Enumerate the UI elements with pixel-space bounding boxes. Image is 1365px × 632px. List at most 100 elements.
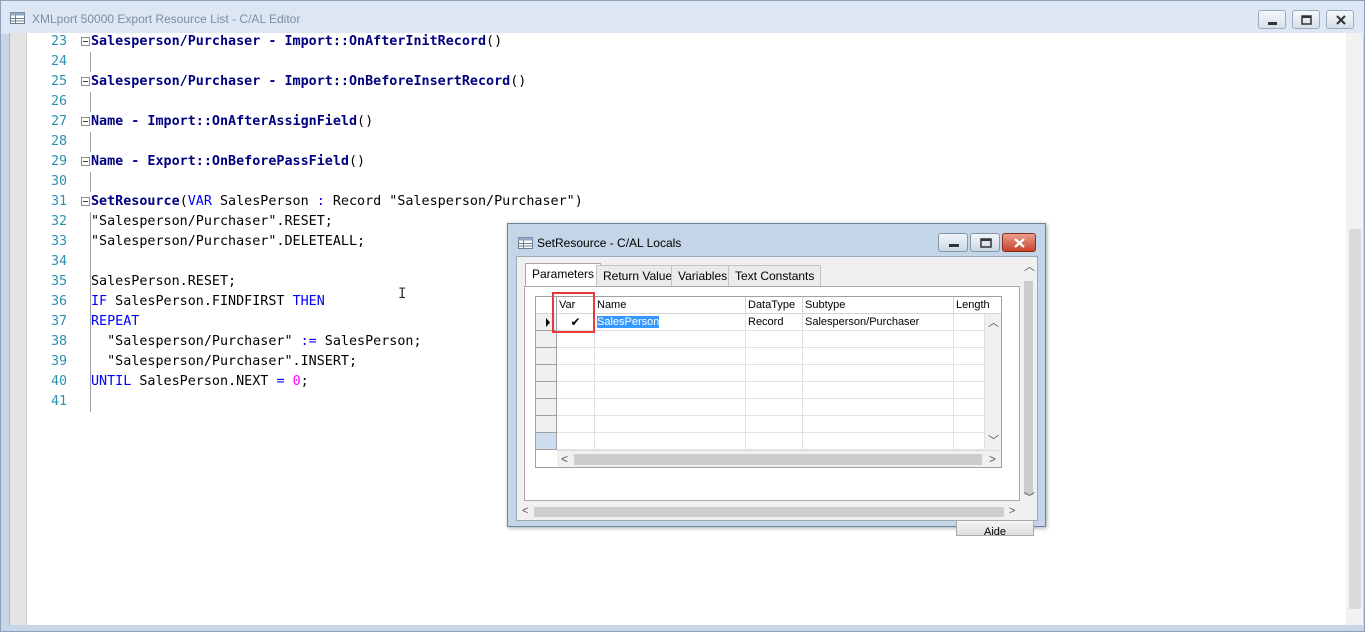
grid-cell-subtype[interactable] <box>803 331 954 348</box>
grid-cell-subtype[interactable] <box>803 348 954 365</box>
scroll-left-icon[interactable]: < <box>522 506 528 517</box>
row-selector[interactable] <box>536 416 557 433</box>
grid-cell-name[interactable] <box>595 348 746 365</box>
grid-horizontal-scrollbar[interactable]: < > <box>557 450 1001 467</box>
code-token: REPEAT <box>91 314 140 329</box>
grid-cell-length[interactable] <box>954 314 985 331</box>
help-button[interactable]: Aide <box>956 520 1034 536</box>
row-selector[interactable] <box>536 365 557 382</box>
grid-cell-datatype[interactable] <box>746 331 803 348</box>
restore-icon <box>980 238 992 248</box>
code-token: IF <box>91 294 108 309</box>
grid-cell-length[interactable] <box>954 331 985 348</box>
collapse-icon[interactable] <box>81 117 90 126</box>
grid-cell-datatype[interactable]: Record <box>746 314 803 331</box>
code-line[interactable]: 24 <box>27 52 1337 72</box>
scroll-down-icon[interactable]: ﹀ <box>988 436 999 447</box>
row-selector[interactable] <box>536 382 557 399</box>
grid-cell-var[interactable] <box>557 416 595 433</box>
grid-cell-subtype[interactable]: Salesperson/Purchaser <box>803 314 954 331</box>
scroll-down-icon[interactable]: ﹀ <box>1024 493 1035 504</box>
grid-cell-subtype[interactable] <box>803 433 954 450</box>
dialog-close-button[interactable] <box>1002 233 1036 252</box>
grid-cell-length[interactable] <box>954 399 985 416</box>
tab-text-constants[interactable]: Text Constants <box>728 265 822 286</box>
tab-return-value[interactable]: Return Value <box>596 265 680 286</box>
grid-cell-name[interactable] <box>595 365 746 382</box>
scroll-left-icon[interactable]: < <box>561 453 568 465</box>
grid-cell-length[interactable] <box>954 433 985 450</box>
row-selector[interactable] <box>536 331 557 348</box>
grid-cell-var[interactable] <box>557 331 595 348</box>
grid-cell-var[interactable] <box>557 399 595 416</box>
grid-cell-datatype[interactable] <box>746 348 803 365</box>
code-line[interactable]: 27 Name - Import::OnAfterAssignField() <box>27 112 1337 132</box>
collapse-icon[interactable] <box>81 157 90 166</box>
row-selector[interactable] <box>536 348 557 365</box>
grid-cell-datatype[interactable] <box>746 416 803 433</box>
code-line[interactable]: 25 Salesperson/Purchaser - Import::OnBefo… <box>27 72 1337 92</box>
dialog-maximize-button[interactable] <box>970 233 1000 252</box>
row-selector[interactable] <box>536 399 557 416</box>
code-line[interactable]: 30 <box>27 172 1337 192</box>
grid-cell-var[interactable] <box>557 365 595 382</box>
row-selector[interactable] <box>536 433 557 450</box>
var-column-highlight <box>552 292 595 333</box>
grid-cell-datatype[interactable] <box>746 433 803 450</box>
dialog-scroll-thumb[interactable] <box>1024 281 1033 495</box>
code-line[interactable]: 31 SetResource(VAR SalesPerson : Record "… <box>27 192 1337 212</box>
code-line[interactable]: 26 <box>27 92 1337 112</box>
grid-cell-var[interactable] <box>557 348 595 365</box>
grid-cell-length[interactable] <box>954 365 985 382</box>
collapse-icon[interactable] <box>81 37 90 46</box>
maximize-button[interactable] <box>1292 10 1320 29</box>
grid-cell-datatype[interactable] <box>746 382 803 399</box>
code-token: "Salesperson/Purchaser".INSERT; <box>91 354 358 369</box>
grid-cell-datatype[interactable] <box>746 365 803 382</box>
grid-scroll-thumb[interactable] <box>574 454 982 465</box>
scroll-right-icon[interactable]: > <box>1009 506 1015 517</box>
scroll-up-icon[interactable]: ︿ <box>1024 262 1035 273</box>
grid-cell-datatype[interactable] <box>746 399 803 416</box>
tab-variables[interactable]: Variables <box>671 265 735 286</box>
grid-cell-subtype[interactable] <box>803 399 954 416</box>
close-button[interactable] <box>1326 10 1354 29</box>
grid-cell-subtype[interactable] <box>803 416 954 433</box>
grid-cell-subtype[interactable] <box>803 365 954 382</box>
grid-cell-length[interactable] <box>954 382 985 399</box>
scroll-up-icon[interactable]: ︿ <box>988 318 999 329</box>
dialog-scroll-thumb-h[interactable] <box>534 507 1004 517</box>
text-cursor-icon: I <box>398 286 407 302</box>
column-header-datatype[interactable]: DataType <box>746 297 803 314</box>
grid-cell-length[interactable] <box>954 416 985 433</box>
editor-vertical-scrollbar[interactable] <box>1346 33 1363 625</box>
dialog-minimize-button[interactable] <box>938 233 968 252</box>
code-line[interactable]: 28 <box>27 132 1337 152</box>
grid-cell-subtype[interactable] <box>803 382 954 399</box>
collapse-icon[interactable] <box>81 197 90 206</box>
grid-vertical-scrollbar[interactable]: ︿ ﹀ <box>985 314 1001 450</box>
code-line[interactable]: 29 Name - Export::OnBeforePassField() <box>27 152 1337 172</box>
grid-cell-name[interactable] <box>595 416 746 433</box>
column-header-name[interactable]: Name <box>595 297 746 314</box>
title-bar[interactable]: XMLport 50000 Export Resource List - C/A… <box>1 1 1364 34</box>
editor-scroll-thumb[interactable] <box>1349 229 1361 609</box>
grid-cell-name[interactable] <box>595 331 746 348</box>
column-header-length[interactable]: Length <box>954 297 1001 314</box>
tab-parameters[interactable]: Parameters <box>525 263 602 287</box>
collapse-icon[interactable] <box>81 77 90 86</box>
parameters-grid[interactable]: Var Name DataType Subtype Length ✔ SalesP… <box>535 296 1002 468</box>
scroll-right-icon[interactable]: > <box>989 453 996 465</box>
grid-cell-var[interactable] <box>557 433 595 450</box>
grid-cell-name[interactable] <box>595 433 746 450</box>
code-line[interactable]: 23 Salesperson/Purchaser - Import::OnAfte… <box>27 32 1337 52</box>
column-header-subtype[interactable]: Subtype <box>803 297 954 314</box>
dialog-vertical-scrollbar[interactable]: ︿ ﹀ <box>1021 257 1036 520</box>
grid-cell-length[interactable] <box>954 348 985 365</box>
dialog-horizontal-scrollbar[interactable]: < > <box>517 503 1021 520</box>
grid-cell-name[interactable] <box>595 399 746 416</box>
minimize-button[interactable] <box>1258 10 1286 29</box>
grid-cell-var[interactable] <box>557 382 595 399</box>
grid-cell-name[interactable]: SalesPerson <box>595 314 746 331</box>
grid-cell-name[interactable] <box>595 382 746 399</box>
